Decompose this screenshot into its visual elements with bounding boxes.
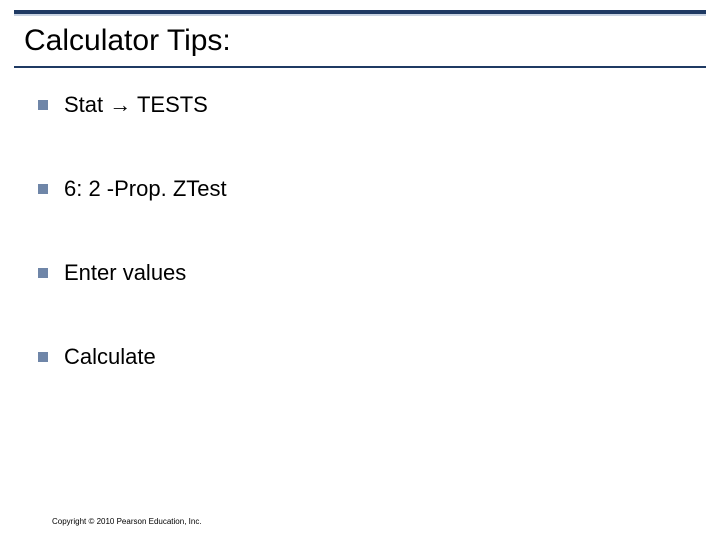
bullet-square-icon <box>38 268 48 278</box>
list-item-label: Calculate <box>64 344 156 370</box>
top-rule-light <box>14 14 706 16</box>
list-item: Calculate <box>38 344 680 370</box>
title-underline <box>14 66 706 68</box>
slide-title: Calculator Tips: <box>24 24 231 58</box>
list-item-label: 6: 2 -Prop. ZTest <box>64 176 227 202</box>
bullet-square-icon <box>38 352 48 362</box>
list-item-label: Enter values <box>64 260 186 286</box>
list-item-label: Stat → TESTS <box>64 92 208 118</box>
list-item: 6: 2 -Prop. ZTest <box>38 176 680 202</box>
list-item: Enter values <box>38 260 680 286</box>
copyright-text: Copyright © 2010 Pearson Education, Inc. <box>52 517 202 526</box>
bullet-square-icon <box>38 100 48 110</box>
slide: Calculator Tips: Stat → TESTS 6: 2 -Prop… <box>0 0 720 540</box>
bullet-square-icon <box>38 184 48 194</box>
list-item: Stat → TESTS <box>38 92 680 118</box>
bullet-list: Stat → TESTS 6: 2 -Prop. ZTest Enter val… <box>38 92 680 428</box>
